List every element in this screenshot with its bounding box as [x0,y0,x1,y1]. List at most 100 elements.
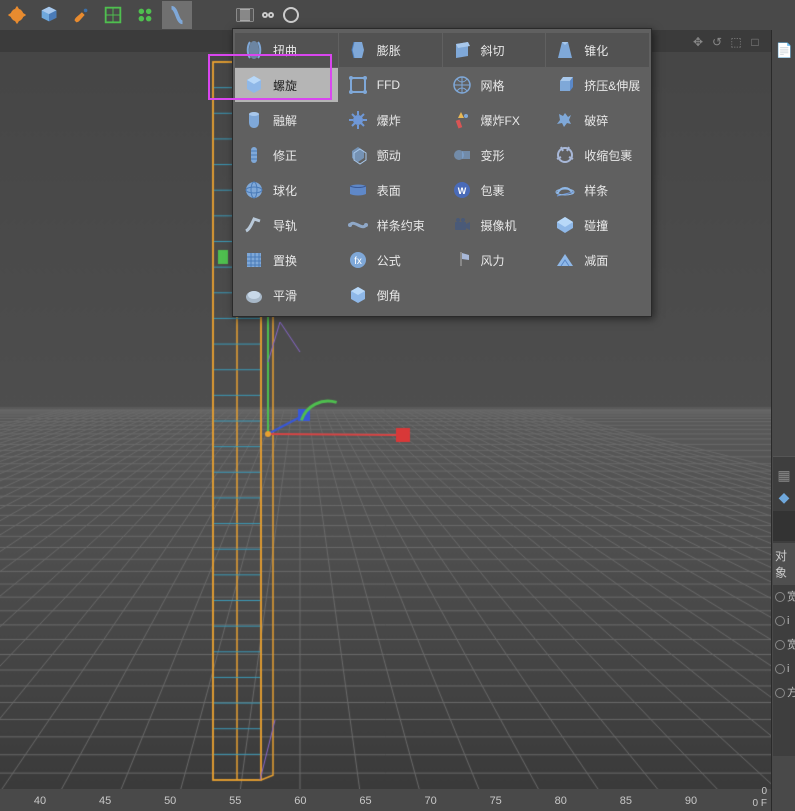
shatter-icon [552,107,578,133]
shrink-icon [552,142,578,168]
timeline-zero: 0 [761,786,767,797]
cube-btn[interactable] [34,1,64,29]
right-panel: ▦ 📄 ▦ ◆ 对象 宽i宽i方 [771,0,795,811]
radio-icon [775,616,785,626]
deformer-twist[interactable]: 扭曲 [235,33,338,67]
toolbar-extras [235,5,301,25]
deformer-extrude[interactable]: 挤压&伸展 [546,68,649,102]
deformer-shrink[interactable]: 收缩包裹 [546,138,649,172]
attr-row[interactable]: 宽 [773,585,795,609]
deformer-shatter[interactable]: 破碎 [546,103,649,137]
cloner-btn[interactable] [130,1,160,29]
deformer-explode[interactable]: 爆炸 [339,103,442,137]
menu-label: 爆炸 [377,112,401,129]
menu-label: 包裹 [481,182,505,199]
mesh-icon [449,72,475,98]
splinewrap-icon [345,212,371,238]
deformer-helix[interactable]: 螺旋 [235,68,338,102]
attr-row[interactable]: 方 [773,681,795,705]
deformer-mesh[interactable]: 网格 [443,68,546,102]
shear-icon [449,37,475,63]
deformer-shear[interactable]: 斜切 [443,33,546,67]
menu-label: 网格 [481,77,505,94]
tick: 55 [229,795,241,807]
timeline[interactable]: 4045505560657075808590 0 0 F [0,789,771,811]
correct-icon [241,142,267,168]
attr-row[interactable]: i [773,657,795,681]
tick: 75 [490,795,502,807]
menu-label: 公式 [377,252,401,269]
deformer-correct[interactable]: 修正 [235,138,338,172]
jiggle-icon [345,142,371,168]
pan-ctrl[interactable]: ✥ [690,34,706,50]
radio-icon [775,592,785,602]
menu-label: 锥化 [584,42,608,59]
deformer-wind[interactable]: 风力 [443,243,546,277]
deformer-bevel[interactable]: 倒角 [339,278,442,312]
menu-label: 变形 [481,147,505,164]
menu-label: 碰撞 [584,217,608,234]
menu-label: 风力 [481,252,505,269]
deformer-camera[interactable]: 摄像机 [443,208,546,242]
menu-label: 倒角 [377,287,401,304]
twist-icon [241,37,267,63]
circle-icon[interactable] [281,5,301,25]
deformer-collide[interactable]: 碰撞 [546,208,649,242]
attr-section-title: 对象 [773,543,795,585]
deformer-surface[interactable]: 表面 [339,173,442,207]
tick: 90 [685,795,697,807]
attr-cube-icon: ◆ [776,489,792,505]
subdiv-btn[interactable] [98,1,128,29]
deformer-rail[interactable]: 导轨 [235,208,338,242]
attr-row[interactable]: 宽 [773,633,795,657]
helix-icon [241,72,267,98]
rotate-ctrl[interactable]: ↺ [709,34,725,50]
deformer-taper[interactable]: 锥化 [546,33,649,67]
wrap-icon: W [449,177,475,203]
deformer-jiggle[interactable]: 颤动 [339,138,442,172]
deformer-btn[interactable] [162,1,192,29]
menu-label: 融解 [273,112,297,129]
menu-label: 平滑 [273,287,297,304]
deformer-spline[interactable]: 样条 [546,173,649,207]
deformer-sphere[interactable]: 球化 [235,173,338,207]
menu-label: 表面 [377,182,401,199]
deformer-melt[interactable]: 融解 [235,103,338,137]
frame-ctrl[interactable]: □ [747,34,763,50]
svg-text:fx: fx [354,256,362,267]
ffd-icon [345,72,371,98]
brush-btn[interactable] [66,1,96,29]
deformer-wrap[interactable]: W 包裹 [443,173,546,207]
bulge-icon [345,37,371,63]
zoom-ctrl[interactable]: ⬚ [728,34,744,50]
deformer-explodefx[interactable]: 爆炸FX [443,103,546,137]
tick: 50 [164,795,176,807]
menu-label: 螺旋 [273,77,297,94]
displace-icon [241,247,267,273]
surface-icon [345,177,371,203]
attribute-panel: ▦ ◆ 对象 宽i宽i方 [773,456,795,756]
deformer-reduce[interactable]: 减面 [546,243,649,277]
deformer-morph[interactable]: 变形 [443,138,546,172]
melt-icon [241,107,267,133]
deformer-splinewrap[interactable]: 样条约束 [339,208,442,242]
tick: 70 [424,795,436,807]
deformer-smooth[interactable]: 平滑 [235,278,338,312]
deformer-bulge[interactable]: 膨胀 [339,33,442,67]
settings-btn[interactable] [2,1,32,29]
deformer-ffd[interactable]: FFD [339,68,442,102]
eyes-icon[interactable] [258,5,278,25]
menu-label: 颤动 [377,147,401,164]
tick: 45 [99,795,111,807]
attr-row[interactable]: i [773,609,795,633]
panel-file-icon[interactable]: 📄 [776,42,792,58]
deformer-displace[interactable]: 置换 [235,243,338,277]
menu-label: 样条约束 [377,217,425,234]
film-icon[interactable] [235,5,255,25]
sphere-icon [241,177,267,203]
explodefx-icon [449,107,475,133]
tick: 80 [555,795,567,807]
menu-label: 爆炸FX [481,112,520,129]
deformer-formula[interactable]: fx 公式 [339,243,442,277]
menu-label: 减面 [584,252,608,269]
